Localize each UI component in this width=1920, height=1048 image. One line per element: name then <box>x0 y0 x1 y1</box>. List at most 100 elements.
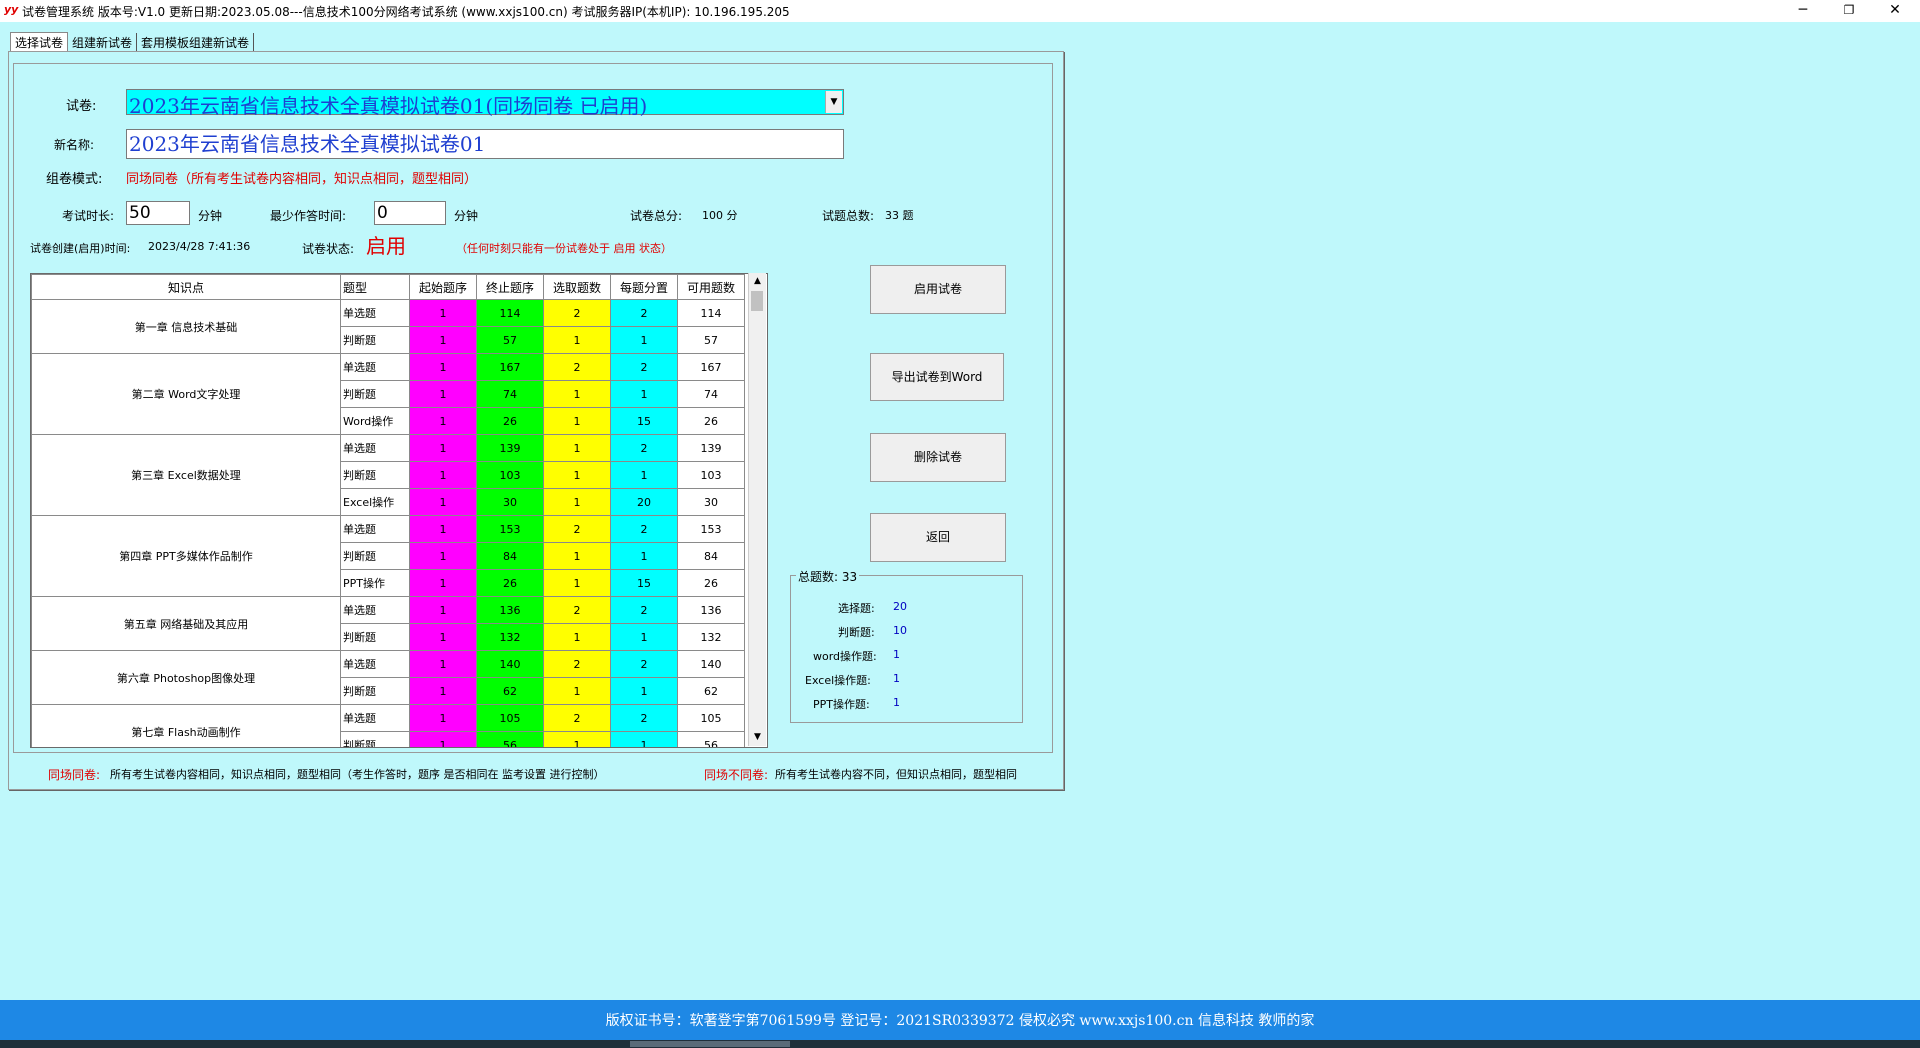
score-cell[interactable]: 2 <box>610 704 678 732</box>
table-row[interactable]: 第三章 Excel数据处理 单选题 1 139 1 2 139 <box>31 434 745 516</box>
select-count-cell[interactable]: 1 <box>543 488 611 516</box>
paper-select[interactable]: 2023年云南省信息技术全真模拟试卷01(同场同卷 已启用) ▼ <box>126 89 844 118</box>
table-row[interactable]: 第一章 信息技术基础 单选题 1 114 2 2 114 <box>31 299 745 354</box>
start-cell[interactable]: 1 <box>409 353 477 381</box>
score-cell[interactable]: 1 <box>610 326 678 354</box>
tab-select-paper[interactable]: 选择试卷 <box>10 32 69 52</box>
score-cell[interactable]: 1 <box>610 461 678 489</box>
score-cell[interactable]: 1 <box>610 380 678 408</box>
start-cell[interactable]: 1 <box>409 407 477 435</box>
col-header-start[interactable]: 起始题序 <box>409 274 477 300</box>
end-cell[interactable]: 30 <box>476 488 544 516</box>
end-cell[interactable]: 84 <box>476 542 544 570</box>
select-count-cell[interactable]: 1 <box>543 542 611 570</box>
end-cell[interactable]: 153 <box>476 515 544 543</box>
end-cell[interactable]: 140 <box>476 650 544 678</box>
table-row[interactable]: 第六章 Photoshop图像处理 单选题 1 140 2 2 140 <box>31 650 745 705</box>
start-cell[interactable]: 1 <box>409 623 477 651</box>
score-cell[interactable]: 2 <box>610 515 678 543</box>
score-cell[interactable]: 2 <box>610 650 678 678</box>
table-row[interactable]: 第七章 Flash动画制作 单选题 1 105 2 2 105 <box>31 704 745 747</box>
delete-paper-button[interactable]: 删除试卷 <box>870 433 1006 482</box>
start-cell[interactable]: 1 <box>409 380 477 408</box>
select-count-cell[interactable]: 2 <box>543 650 611 678</box>
score-cell[interactable]: 1 <box>610 677 678 705</box>
col-header-score[interactable]: 每题分置 <box>610 274 678 300</box>
end-cell[interactable]: 114 <box>476 299 544 327</box>
knowledge-table[interactable]: 知识点 题型 起始题序 终止题序 选取题数 每题分置 可用题数 第一章 信息技术… <box>30 273 768 748</box>
chevron-down-icon[interactable]: ▼ <box>825 91 842 113</box>
start-cell[interactable]: 1 <box>409 704 477 732</box>
end-cell[interactable]: 105 <box>476 704 544 732</box>
tab-template-paper[interactable]: 套用模板组建新试卷 <box>137 33 255 52</box>
select-count-cell[interactable]: 1 <box>543 677 611 705</box>
end-cell[interactable]: 57 <box>476 326 544 354</box>
col-header-kp[interactable]: 知识点 <box>31 274 341 300</box>
scroll-thumb[interactable] <box>751 291 763 311</box>
start-cell[interactable]: 1 <box>409 677 477 705</box>
start-cell[interactable]: 1 <box>409 461 477 489</box>
score-cell[interactable]: 2 <box>610 353 678 381</box>
start-cell[interactable]: 1 <box>409 299 477 327</box>
start-cell[interactable]: 1 <box>409 569 477 597</box>
score-cell[interactable]: 20 <box>610 488 678 516</box>
select-count-cell[interactable]: 1 <box>543 623 611 651</box>
select-count-cell[interactable]: 2 <box>543 353 611 381</box>
table-scrollbar[interactable]: ▲ ▼ <box>748 273 766 746</box>
end-cell[interactable]: 74 <box>476 380 544 408</box>
select-count-cell[interactable]: 1 <box>543 731 611 747</box>
select-count-cell[interactable]: 2 <box>543 704 611 732</box>
score-cell[interactable]: 2 <box>610 434 678 462</box>
newname-input[interactable]: 2023年云南省信息技术全真模拟试卷01 <box>126 129 844 159</box>
select-count-cell[interactable]: 2 <box>543 299 611 327</box>
duration-input[interactable]: 50 <box>126 201 190 225</box>
score-cell[interactable]: 1 <box>610 542 678 570</box>
start-cell[interactable]: 1 <box>409 326 477 354</box>
end-cell[interactable]: 62 <box>476 677 544 705</box>
enable-paper-button[interactable]: 启用试卷 <box>870 265 1006 314</box>
col-header-available[interactable]: 可用题数 <box>677 274 745 300</box>
table-row[interactable]: 第五章 网络基础及其应用 单选题 1 136 2 2 136 <box>31 596 745 651</box>
table-row[interactable]: 第二章 Word文字处理 单选题 1 167 2 2 167 <box>31 353 745 435</box>
start-cell[interactable]: 1 <box>409 488 477 516</box>
back-button[interactable]: 返回 <box>870 513 1006 562</box>
export-word-button[interactable]: 导出试卷到Word <box>870 353 1004 401</box>
tab-new-paper[interactable]: 组建新试卷 <box>68 33 138 52</box>
score-cell[interactable]: 1 <box>610 731 678 747</box>
minimize-button[interactable]: ─ <box>1780 0 1826 22</box>
start-cell[interactable]: 1 <box>409 515 477 543</box>
select-count-cell[interactable]: 1 <box>543 569 611 597</box>
maximize-button[interactable]: ❐ <box>1826 0 1872 22</box>
end-cell[interactable]: 132 <box>476 623 544 651</box>
score-cell[interactable]: 2 <box>610 299 678 327</box>
start-cell[interactable]: 1 <box>409 434 477 462</box>
end-cell[interactable]: 26 <box>476 569 544 597</box>
score-cell[interactable]: 15 <box>610 569 678 597</box>
select-count-cell[interactable]: 1 <box>543 461 611 489</box>
select-count-cell[interactable]: 2 <box>543 596 611 624</box>
start-cell[interactable]: 1 <box>409 542 477 570</box>
end-cell[interactable]: 167 <box>476 353 544 381</box>
select-count-cell[interactable]: 1 <box>543 326 611 354</box>
select-count-cell[interactable]: 1 <box>543 380 611 408</box>
score-cell[interactable]: 1 <box>610 623 678 651</box>
start-cell[interactable]: 1 <box>409 650 477 678</box>
col-header-end[interactable]: 终止题序 <box>476 274 544 300</box>
col-header-type[interactable]: 题型 <box>340 274 410 300</box>
end-cell[interactable]: 136 <box>476 596 544 624</box>
select-count-cell[interactable]: 2 <box>543 515 611 543</box>
end-cell[interactable]: 139 <box>476 434 544 462</box>
min-time-input[interactable]: 0 <box>374 201 446 225</box>
score-cell[interactable]: 2 <box>610 596 678 624</box>
scroll-down-icon[interactable]: ▼ <box>749 729 766 746</box>
scroll-up-icon[interactable]: ▲ <box>749 273 766 290</box>
end-cell[interactable]: 56 <box>476 731 544 747</box>
table-row[interactable]: 第四章 PPT多媒体作品制作 单选题 1 153 2 2 153 <box>31 515 745 597</box>
end-cell[interactable]: 26 <box>476 407 544 435</box>
select-count-cell[interactable]: 1 <box>543 407 611 435</box>
start-cell[interactable]: 1 <box>409 596 477 624</box>
col-header-select[interactable]: 选取题数 <box>543 274 611 300</box>
score-cell[interactable]: 15 <box>610 407 678 435</box>
select-count-cell[interactable]: 1 <box>543 434 611 462</box>
end-cell[interactable]: 103 <box>476 461 544 489</box>
